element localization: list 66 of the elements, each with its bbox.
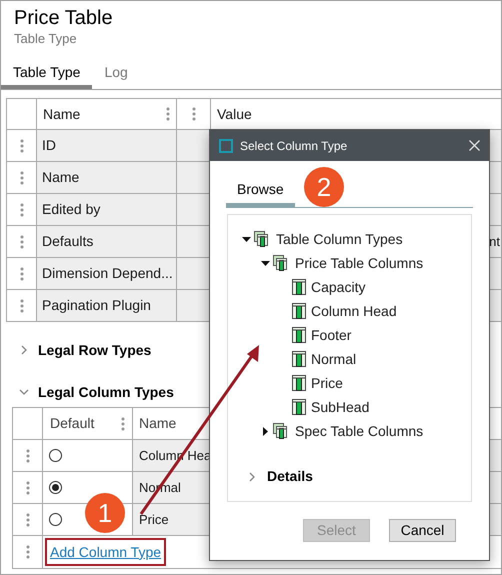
tab[interactable]: Log [92, 59, 140, 89]
drag-handle-icon[interactable] [26, 480, 30, 494]
drag-handle-icon[interactable] [20, 170, 24, 184]
table-cell: ID [37, 130, 177, 162]
dialog-button[interactable]: Cancel [389, 519, 456, 542]
chevron-down-icon[interactable] [19, 387, 29, 397]
column-header: Default [50, 414, 94, 433]
expanded-triangle-icon[interactable] [242, 234, 251, 244]
radio-button[interactable] [49, 513, 62, 526]
page-subtitle: Table Type [14, 31, 78, 47]
tree-item[interactable]: Spec Table Columns [295, 420, 424, 442]
table-cell: Defaults [37, 226, 177, 258]
expanded-triangle-icon[interactable] [261, 258, 270, 268]
drag-handle-icon[interactable] [20, 266, 24, 280]
table-column-icon [292, 375, 306, 391]
section-heading[interactable]: Legal Column Types [38, 382, 174, 402]
table-column-icon [292, 279, 306, 295]
dialog-title: Select Column Type [240, 138, 348, 154]
tree-item[interactable]: Price Table Columns [295, 252, 424, 274]
drag-handle-icon[interactable] [26, 448, 30, 462]
drag-handle-icon[interactable] [20, 202, 24, 216]
radio-button[interactable] [49, 449, 62, 462]
tab[interactable]: Table Type [1, 59, 92, 89]
table-stack-icon [273, 255, 290, 271]
details-heading[interactable]: Details [267, 466, 313, 487]
tree-item[interactable]: Footer [311, 324, 352, 346]
add-column-type-link[interactable]: Add Column Type [50, 542, 162, 562]
drag-handle-icon[interactable] [26, 545, 30, 559]
table-cell: Pagination Plugin [37, 290, 177, 322]
table-cell: Dimension Depend... [37, 258, 177, 290]
step-badge: 1 [85, 493, 125, 533]
table-stack-icon [254, 231, 271, 247]
drag-handle-icon[interactable] [20, 234, 24, 248]
table-column-icon [292, 351, 306, 367]
tree-item[interactable]: SubHead [311, 396, 370, 418]
table-column-icon [292, 327, 306, 343]
table-column-icon [292, 303, 306, 319]
tree-item[interactable]: Normal [311, 348, 356, 370]
table-column-icon [292, 399, 306, 415]
drag-handle-icon[interactable] [20, 298, 24, 312]
table-cell: Name [37, 162, 177, 194]
tab[interactable]: Browse [226, 175, 295, 207]
drag-handle-icon[interactable] [166, 107, 170, 121]
table-cell-text: nt [489, 232, 500, 251]
page-title: Price Table [14, 6, 114, 31]
drag-handle-icon[interactable] [20, 138, 24, 152]
tree-item[interactable]: Table Column Types [276, 228, 403, 250]
window-icon [219, 138, 233, 152]
table-cell: Edited by [37, 194, 177, 226]
close-icon[interactable] [469, 140, 480, 151]
section-heading[interactable]: Legal Row Types [38, 340, 152, 360]
drag-handle-icon[interactable] [121, 416, 125, 430]
tree-item[interactable]: Capacity [311, 276, 366, 298]
table-cell-text: Price [139, 510, 169, 529]
chevron-right-icon[interactable] [247, 472, 257, 482]
table-stack-icon [273, 423, 290, 439]
drag-handle-icon[interactable] [26, 512, 30, 526]
column-header: Name [139, 414, 176, 433]
radio-button[interactable] [49, 481, 62, 494]
collapsed-triangle-icon[interactable] [261, 426, 270, 436]
column-header: Name [43, 104, 80, 124]
chevron-right-icon[interactable] [19, 345, 29, 355]
tree-item[interactable]: Column Head [311, 300, 397, 322]
tree-item[interactable]: Price [311, 372, 343, 394]
column-header: Value [217, 104, 252, 124]
drag-handle-icon[interactable] [192, 107, 196, 121]
